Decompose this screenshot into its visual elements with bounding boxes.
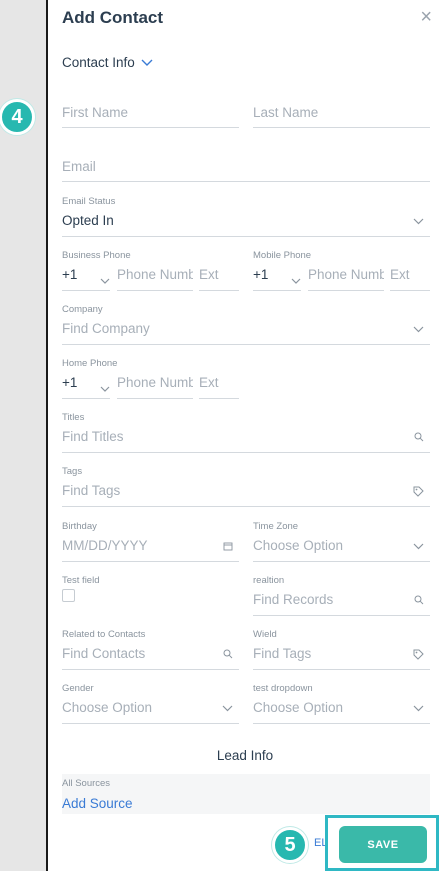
chevron-down-icon (413, 216, 424, 228)
mobile-phone-number[interactable]: Phone Numb (308, 267, 384, 282)
home-phone-number[interactable]: Phone Numb (117, 375, 193, 390)
business-phone-number[interactable]: Phone Numb (117, 267, 193, 282)
related-contacts-search[interactable]: Related to Contacts Find Contacts (62, 627, 239, 670)
mobile-phone-field: Mobile Phone +1 Phone Numb Ext (253, 248, 430, 291)
mobile-phone-code[interactable]: +1 (253, 267, 268, 282)
gender-select[interactable]: Gender Choose Option (62, 681, 239, 724)
related-contacts-label: Related to Contacts (62, 629, 146, 640)
titles-search[interactable]: Titles Find Titles (62, 410, 430, 453)
home-phone-field: Home Phone +1 Phone Numb Ext (62, 356, 239, 399)
contact-info-label: Contact Info (62, 55, 135, 70)
time-zone-placeholder: Choose Option (253, 538, 344, 553)
test-field-checkbox[interactable] (62, 589, 75, 602)
company-label: Company (62, 304, 103, 315)
modal-title: Add Contact (62, 8, 164, 27)
chevron-down-icon (413, 541, 424, 553)
birthday-field[interactable]: Birthday MM/DD/YYYY (62, 519, 239, 562)
chevron-down-icon[interactable] (100, 272, 110, 290)
last-name-field[interactable]: Last Name (253, 100, 430, 128)
email-status-select[interactable]: Email Status Opted In (62, 194, 430, 237)
save-button[interactable]: SAVE (339, 826, 427, 863)
step-badge-4: 4 (0, 99, 35, 135)
business-phone-label: Business Phone (62, 250, 131, 261)
realtion-placeholder: Find Records (253, 592, 334, 607)
wield-label: Wield (253, 629, 277, 640)
birthday-placeholder: MM/DD/YYYY (62, 538, 148, 553)
search-icon (414, 595, 424, 608)
all-sources-label: All Sources (62, 778, 111, 789)
first-name-field[interactable]: First Name (62, 100, 239, 128)
home-phone-code[interactable]: +1 (62, 375, 77, 390)
test-dropdown-select[interactable]: test dropdown Choose Option (253, 681, 430, 724)
gender-placeholder: Choose Option (62, 700, 153, 715)
related-contacts-placeholder: Find Contacts (62, 646, 146, 661)
close-icon[interactable]: × (420, 6, 432, 29)
search-icon (223, 649, 233, 662)
add-contact-modal: Add Contact × Contact Info First Name La… (46, 0, 440, 871)
realtion-search[interactable]: realtion Find Records (253, 573, 430, 616)
mobile-phone-ext[interactable]: Ext (390, 267, 410, 282)
calendar-icon (223, 541, 233, 554)
tags-label: Tags (62, 466, 83, 477)
company-placeholder: Find Company (62, 321, 150, 336)
chevron-down-icon[interactable] (291, 272, 301, 290)
chevron-down-icon[interactable] (100, 380, 110, 398)
tags-search[interactable]: Tags Find Tags (62, 464, 430, 507)
add-source-link[interactable]: Add Source (62, 796, 133, 811)
mobile-phone-label: Mobile Phone (253, 250, 312, 261)
test-dropdown-label: test dropdown (253, 683, 313, 694)
gender-label: Gender (62, 683, 94, 694)
step-badge-5: 5 (272, 827, 308, 863)
business-phone-field: Business Phone +1 Phone Numb Ext (62, 248, 239, 291)
time-zone-label: Time Zone (253, 521, 299, 532)
tag-icon (413, 649, 424, 663)
realtion-label: realtion (253, 575, 285, 586)
last-name-placeholder: Last Name (253, 105, 319, 120)
wield-placeholder: Find Tags (253, 646, 312, 661)
email-placeholder: Email (62, 159, 96, 174)
business-phone-ext[interactable]: Ext (199, 267, 219, 282)
chevron-down-icon (222, 703, 233, 715)
test-field-label: Test field (62, 575, 100, 586)
wield-search[interactable]: Wield Find Tags (253, 627, 430, 670)
test-field: Test field (62, 573, 239, 616)
email-status-value: Opted In (62, 213, 114, 228)
first-name-placeholder: First Name (62, 105, 129, 120)
time-zone-select[interactable]: Time Zone Choose Option (253, 519, 430, 562)
tag-icon (413, 486, 424, 500)
birthday-label: Birthday (62, 521, 97, 532)
company-select[interactable]: Company Find Company (62, 302, 430, 345)
home-phone-label: Home Phone (62, 358, 118, 369)
test-dropdown-placeholder: Choose Option (253, 700, 344, 715)
titles-label: Titles (62, 412, 85, 423)
tags-placeholder: Find Tags (62, 483, 121, 498)
chevron-down-icon (413, 324, 424, 336)
home-phone-ext[interactable]: Ext (199, 375, 219, 390)
chevron-down-icon (141, 56, 153, 70)
business-phone-code[interactable]: +1 (62, 267, 77, 282)
chevron-down-icon (413, 703, 424, 715)
email-field[interactable]: Email (62, 154, 430, 182)
contact-info-toggle[interactable]: Contact Info (62, 55, 153, 70)
lead-info-heading: Lead Info (216, 748, 274, 763)
email-status-label: Email Status (62, 196, 116, 207)
search-icon (414, 432, 424, 445)
titles-placeholder: Find Titles (62, 429, 124, 444)
